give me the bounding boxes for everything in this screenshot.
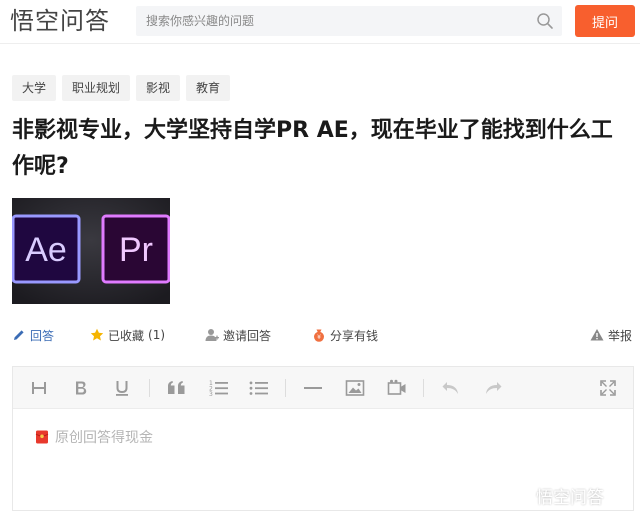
watermark-text: 悟空问答 xyxy=(536,488,604,508)
answer-label: 回答 xyxy=(30,328,55,343)
search-icon[interactable] xyxy=(536,12,554,30)
favorite-count: (1) xyxy=(148,328,166,342)
tag-item[interactable]: 职业规划 xyxy=(62,75,131,101)
tag-item[interactable]: 大学 xyxy=(12,75,57,101)
premiere-pro-logo-icon: Pr xyxy=(101,214,170,284)
after-effects-logo-icon: Ae xyxy=(12,214,81,284)
report-label: 举报 xyxy=(608,328,633,343)
video-icon[interactable] xyxy=(385,376,409,400)
image-icon[interactable] xyxy=(343,376,367,400)
divider-icon[interactable] xyxy=(301,376,325,400)
invite-label: 邀请回答 xyxy=(223,328,272,343)
undo-icon[interactable] xyxy=(439,376,463,400)
svg-text:3: 3 xyxy=(209,391,213,397)
svg-text:¥: ¥ xyxy=(317,334,321,341)
toolbar-divider xyxy=(149,379,150,397)
ordered-list-icon[interactable]: 123 xyxy=(207,376,231,400)
fullscreen-icon[interactable] xyxy=(596,376,620,400)
wukong-logo-icon xyxy=(510,484,532,507)
user-plus-icon xyxy=(205,329,219,341)
editor-placeholder: 原创回答得现金 xyxy=(35,427,153,447)
toolbar-divider xyxy=(285,379,286,397)
question-image[interactable]: Ae Pr xyxy=(12,198,170,304)
invite-answer-button[interactable]: 邀请回答 xyxy=(205,324,271,346)
question-tags: 大学 职业规划 影视 教育 xyxy=(12,75,231,101)
top-header: 悟空问答 提问 xyxy=(0,0,640,44)
ask-question-button[interactable]: 提问 xyxy=(575,5,635,37)
unordered-list-icon[interactable] xyxy=(247,376,271,400)
share-label: 分享有钱 xyxy=(330,328,379,343)
red-packet-icon xyxy=(35,430,49,444)
pencil-icon xyxy=(14,330,24,340)
money-bag-icon: ¥ xyxy=(314,329,324,342)
bold-icon[interactable] xyxy=(69,376,93,400)
site-logo[interactable]: 悟空问答 xyxy=(10,6,110,36)
warning-icon xyxy=(590,329,604,341)
question-actions: 回答 已收藏 (1) 邀请回答 ¥ 分享有钱 举报 xyxy=(12,324,636,346)
favorite-label: 已收藏 xyxy=(108,328,145,343)
report-button[interactable]: 举报 xyxy=(590,324,632,346)
editor-placeholder-text: 原创回答得现金 xyxy=(55,430,153,446)
watermark: 悟空问答 xyxy=(510,483,604,508)
share-money-button[interactable]: ¥ 分享有钱 xyxy=(312,324,378,346)
star-icon xyxy=(90,328,104,341)
heading-icon[interactable] xyxy=(27,376,51,400)
search-input[interactable] xyxy=(136,6,526,36)
quote-icon[interactable] xyxy=(165,376,189,400)
answer-button[interactable]: 回答 xyxy=(12,324,54,346)
ae-logo-text: Ae xyxy=(25,231,67,269)
editor-toolbar: 123 xyxy=(13,367,633,409)
tag-item[interactable]: 影视 xyxy=(136,75,181,101)
favorite-button[interactable]: 已收藏 (1) xyxy=(90,324,165,346)
question-title: 非影视专业，大学坚持自学PR AE，现在毕业了能找到什么工作呢? xyxy=(12,118,613,179)
pr-logo-text: Pr xyxy=(119,231,153,269)
redo-icon[interactable] xyxy=(481,376,505,400)
toolbar-divider xyxy=(423,379,424,397)
tag-item[interactable]: 教育 xyxy=(186,75,231,101)
adobe-logos-image: Ae Pr xyxy=(12,198,170,304)
search-box[interactable] xyxy=(136,6,562,36)
underline-icon[interactable] xyxy=(110,376,134,400)
